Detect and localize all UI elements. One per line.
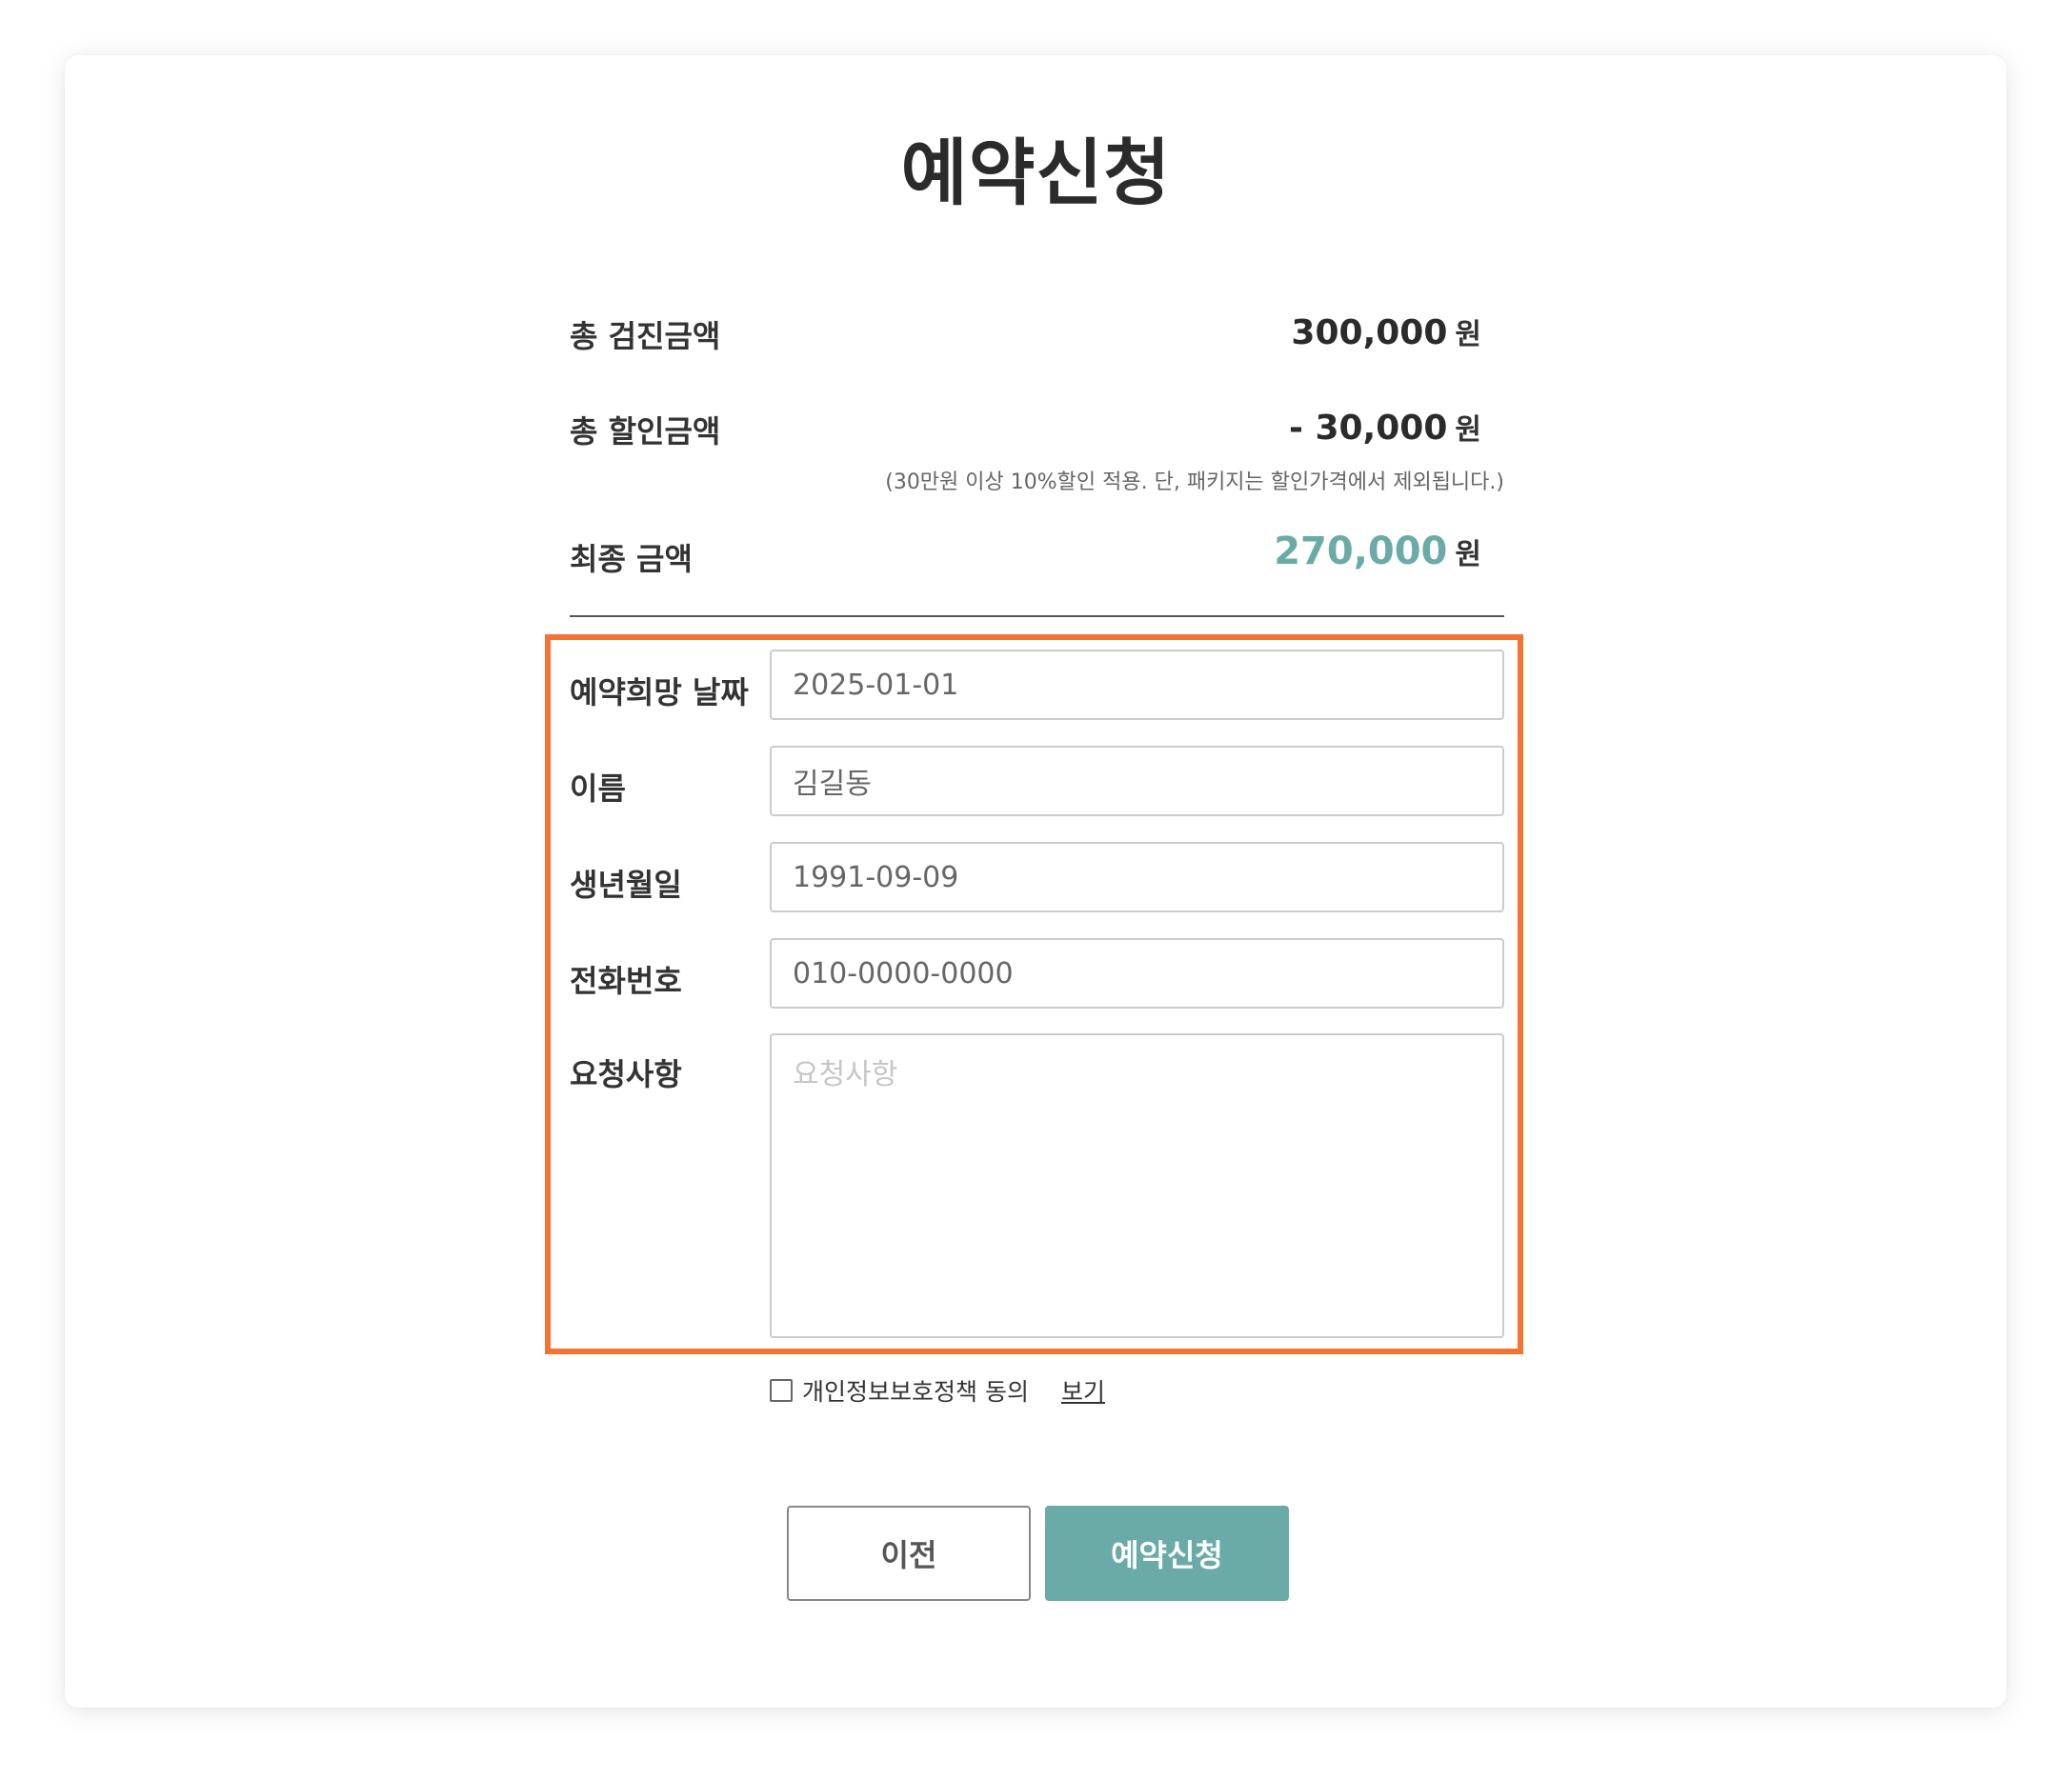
date-input[interactable]	[770, 650, 1504, 720]
page-title: 예약신청	[900, 130, 1172, 215]
privacy-view-link[interactable]: 보기	[1061, 1373, 1105, 1408]
discount-amount-unit: 원	[1455, 413, 1481, 447]
total-amount-value: 300,000 원	[1291, 310, 1481, 352]
request-textarea[interactable]	[770, 1033, 1504, 1338]
final-amount-number: 270,000	[1274, 530, 1448, 573]
discount-note: (30만원 이상 10%할인 적용. 단, 패키지는 할인가격에서 제외됩니다.…	[885, 470, 1504, 494]
phone-label: 전화번호	[570, 963, 682, 999]
discount-amount-value: - 30,000 원	[1289, 406, 1481, 448]
discount-amount-label: 총 할인금액	[570, 413, 721, 450]
privacy-agree-checkbox[interactable]	[770, 1379, 793, 1402]
discount-amount-number: - 30,000	[1288, 409, 1448, 448]
name-label: 이름	[570, 770, 626, 807]
final-amount-label: 최종 금액	[570, 541, 693, 577]
privacy-agreement-row: 개인정보보호정책 동의 보기	[770, 1371, 1105, 1410]
prev-button[interactable]: 이전	[787, 1506, 1031, 1601]
privacy-agree-label[interactable]: 개인정보보호정책 동의	[802, 1373, 1029, 1408]
total-amount-label: 총 검진금액	[570, 318, 721, 354]
summary-divider	[570, 615, 1504, 617]
name-input[interactable]	[770, 746, 1504, 816]
birth-input[interactable]	[770, 842, 1504, 912]
date-label: 예약희망 날짜	[570, 674, 749, 710]
birth-label: 생년월일	[570, 867, 682, 903]
total-amount-unit: 원	[1455, 318, 1481, 351]
final-amount-unit: 원	[1455, 538, 1481, 571]
request-label: 요청사항	[570, 1056, 682, 1092]
final-amount-value: 270,000 원	[1274, 530, 1481, 573]
submit-reservation-button[interactable]: 예약신청	[1045, 1506, 1289, 1601]
total-amount-number: 300,000	[1291, 313, 1448, 352]
phone-input[interactable]	[770, 938, 1504, 1009]
